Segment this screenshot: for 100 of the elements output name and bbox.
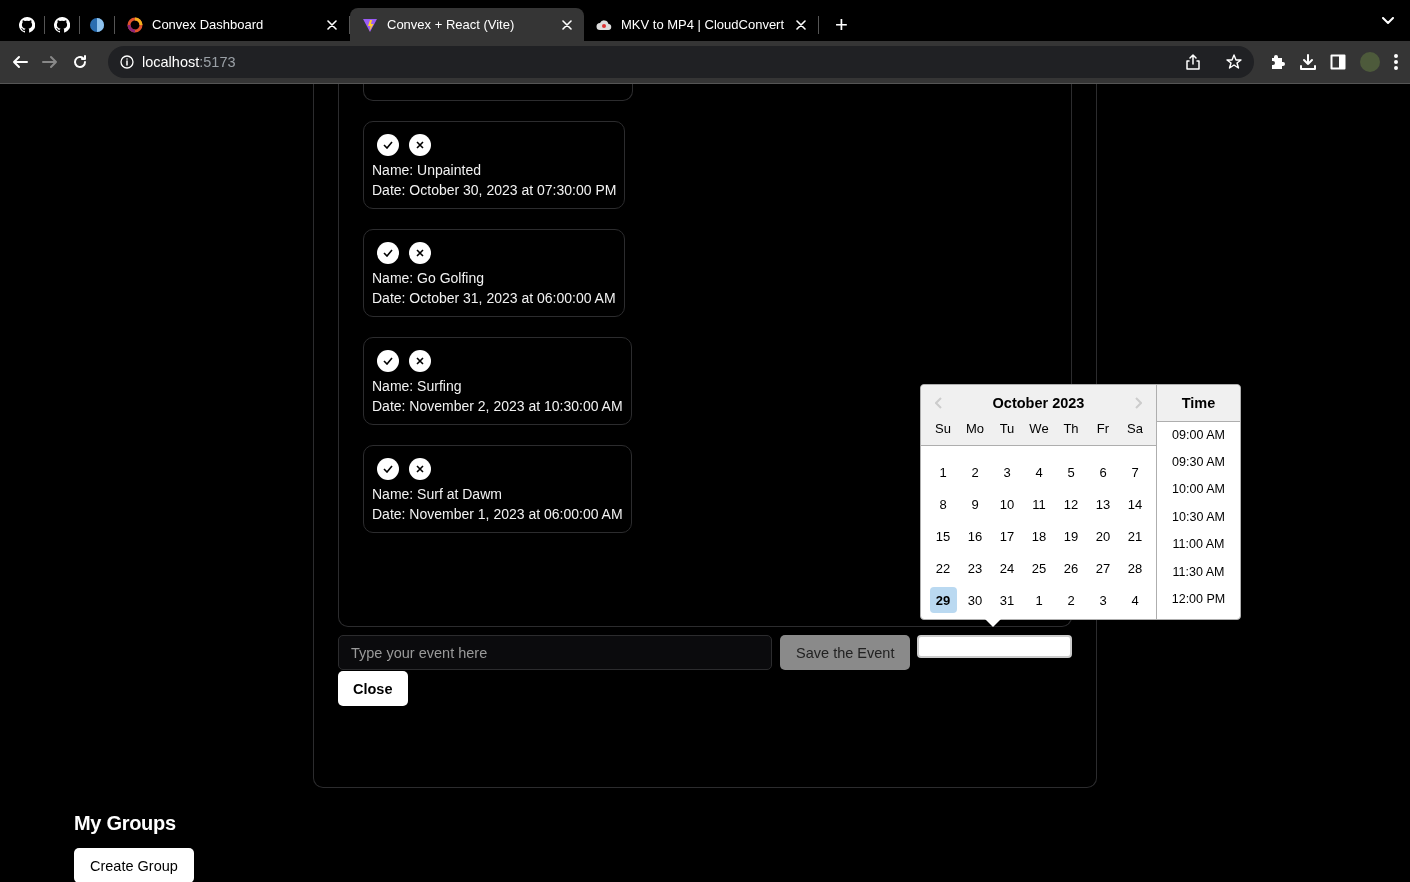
check-icon bbox=[383, 249, 393, 257]
weekday-label: Th bbox=[1063, 421, 1079, 436]
reject-button[interactable] bbox=[409, 458, 431, 480]
calendar-day[interactable]: 12 bbox=[1057, 491, 1085, 517]
calendar-day[interactable]: 6 bbox=[1089, 459, 1117, 485]
close-icon[interactable] bbox=[327, 19, 337, 30]
browser-tab[interactable]: MKV to MP4 | CloudConvert bbox=[584, 8, 818, 41]
calendar-day[interactable]: 29 bbox=[929, 587, 957, 613]
triangle-icon bbox=[362, 16, 378, 33]
accept-button[interactable] bbox=[377, 458, 399, 480]
event-input-field[interactable]: Type your event here bbox=[338, 635, 773, 670]
reject-button[interactable] bbox=[409, 350, 431, 372]
time-option[interactable]: 10:00 AM bbox=[1157, 474, 1240, 505]
calendar-day[interactable]: 4 bbox=[1025, 459, 1053, 485]
calendar-day[interactable]: 1 bbox=[929, 459, 957, 485]
time-option[interactable]: 09:30 AM bbox=[1157, 447, 1240, 477]
event-date: Date: October 31, 2023 at 06:00:00 AM bbox=[372, 289, 616, 308]
chevron-down-icon[interactable] bbox=[1382, 16, 1394, 25]
close-icon bbox=[416, 249, 424, 257]
reject-button[interactable] bbox=[409, 242, 431, 264]
calendar-day[interactable]: 16 bbox=[961, 523, 989, 549]
calendar-day[interactable]: 26 bbox=[1057, 555, 1085, 581]
info-icon bbox=[120, 55, 134, 69]
calendar-day[interactable]: 4 bbox=[1121, 587, 1149, 613]
calendar-day[interactable]: 3 bbox=[993, 459, 1021, 485]
create-group-button[interactable]: Create Group bbox=[74, 848, 194, 882]
time-option[interactable]: 10:30 AM bbox=[1157, 502, 1240, 532]
close-icon[interactable] bbox=[796, 19, 806, 30]
time-option[interactable]: 12:00 PM bbox=[1157, 584, 1240, 614]
close-icon bbox=[416, 465, 424, 473]
calendar-day[interactable]: 30 bbox=[961, 587, 989, 613]
close-button[interactable]: Close bbox=[338, 671, 408, 706]
calendar-day[interactable]: 23 bbox=[961, 555, 989, 581]
accept-button[interactable] bbox=[377, 134, 399, 156]
browser-tab[interactable]: Convex Dashboard bbox=[115, 8, 349, 41]
time-header: Time bbox=[1157, 385, 1240, 422]
puzzle-icon[interactable] bbox=[1270, 54, 1286, 70]
more-icon[interactable] bbox=[1394, 54, 1398, 70]
weekday-label: Mo bbox=[965, 421, 985, 436]
close-icon bbox=[416, 141, 424, 149]
share-icon[interactable] bbox=[1186, 54, 1200, 70]
ring-icon bbox=[127, 16, 143, 33]
calendar-day[interactable]: 7 bbox=[1121, 459, 1149, 485]
section-heading: My Groups bbox=[74, 812, 177, 835]
calendar-day[interactable]: 3 bbox=[1089, 587, 1117, 613]
calendar-day[interactable]: 2 bbox=[1057, 587, 1085, 613]
time-option[interactable]: 11:00 AM bbox=[1157, 529, 1240, 559]
new-tab-button[interactable]: + bbox=[831, 11, 852, 38]
time-option[interactable]: 09:00 AM bbox=[1157, 420, 1240, 450]
chevron-right-icon bbox=[1134, 396, 1142, 409]
calendar-day[interactable]: 20 bbox=[1089, 523, 1117, 549]
github-icon bbox=[19, 16, 35, 33]
event-name: Name: Go Golfing bbox=[372, 269, 486, 288]
weekday-label: Su bbox=[935, 421, 951, 436]
accept-button[interactable] bbox=[377, 350, 399, 372]
accept-button[interactable] bbox=[377, 242, 399, 264]
url-text: localhost:5173 bbox=[142, 54, 237, 70]
calendar-day[interactable]: 17 bbox=[993, 523, 1021, 549]
reload-icon[interactable] bbox=[72, 54, 88, 70]
calendar-day[interactable]: 18 bbox=[1025, 523, 1053, 549]
calendar-day[interactable]: 31 bbox=[993, 587, 1021, 613]
forward-arrow-icon[interactable] bbox=[42, 54, 58, 70]
back-arrow-icon[interactable] bbox=[12, 54, 28, 70]
calendar-day[interactable]: 10 bbox=[993, 491, 1021, 517]
calendar-day[interactable]: 11 bbox=[1025, 491, 1053, 517]
calendar-day[interactable]: 2 bbox=[961, 459, 989, 485]
side-panel-icon[interactable] bbox=[1330, 54, 1346, 70]
weekday-label: Tu bbox=[999, 421, 1015, 436]
calendar-day[interactable]: 1 bbox=[1025, 587, 1053, 613]
calendar-day[interactable]: 5 bbox=[1057, 459, 1085, 485]
close-icon[interactable] bbox=[562, 19, 572, 30]
address-bar[interactable]: localhost:5173 bbox=[108, 46, 1254, 78]
check-icon bbox=[383, 141, 393, 149]
calendar-day[interactable]: 21 bbox=[1121, 523, 1149, 549]
calendar-day[interactable]: 24 bbox=[993, 555, 1021, 581]
star-icon[interactable] bbox=[1226, 54, 1242, 70]
event-date: Date: November 2, 2023 at 10:30:00 AM bbox=[372, 397, 623, 416]
calendar-day[interactable]: 19 bbox=[1057, 523, 1085, 549]
check-icon bbox=[383, 357, 393, 365]
calendar-day[interactable]: 8 bbox=[929, 491, 957, 517]
calendar-day[interactable]: 13 bbox=[1089, 491, 1117, 517]
weekday-label: Fr bbox=[1096, 421, 1110, 436]
weekday-label: We bbox=[1029, 421, 1049, 436]
calendar-day[interactable]: 14 bbox=[1121, 491, 1149, 517]
close-icon bbox=[416, 357, 424, 365]
calendar-day[interactable]: 22 bbox=[929, 555, 957, 581]
calendar-day[interactable]: 9 bbox=[961, 491, 989, 517]
check-icon bbox=[383, 465, 393, 473]
download-icon[interactable] bbox=[1300, 54, 1316, 70]
date-field[interactable] bbox=[917, 635, 1072, 658]
calendar-day[interactable]: 27 bbox=[1089, 555, 1117, 581]
time-option[interactable]: 11:30 AM bbox=[1157, 556, 1240, 587]
calendar-day[interactable]: 15 bbox=[929, 523, 957, 549]
calendar-day[interactable]: 25 bbox=[1025, 555, 1053, 581]
github-icon bbox=[54, 16, 70, 33]
reject-button[interactable] bbox=[409, 134, 431, 156]
event-date: Date: November 1, 2023 at 06:00:00 AM bbox=[372, 505, 623, 524]
browser-tab[interactable]: Convex + React (Vite) bbox=[350, 8, 584, 41]
calendar-day[interactable]: 28 bbox=[1121, 555, 1149, 581]
event-name: Name: Unpainted bbox=[372, 161, 482, 180]
